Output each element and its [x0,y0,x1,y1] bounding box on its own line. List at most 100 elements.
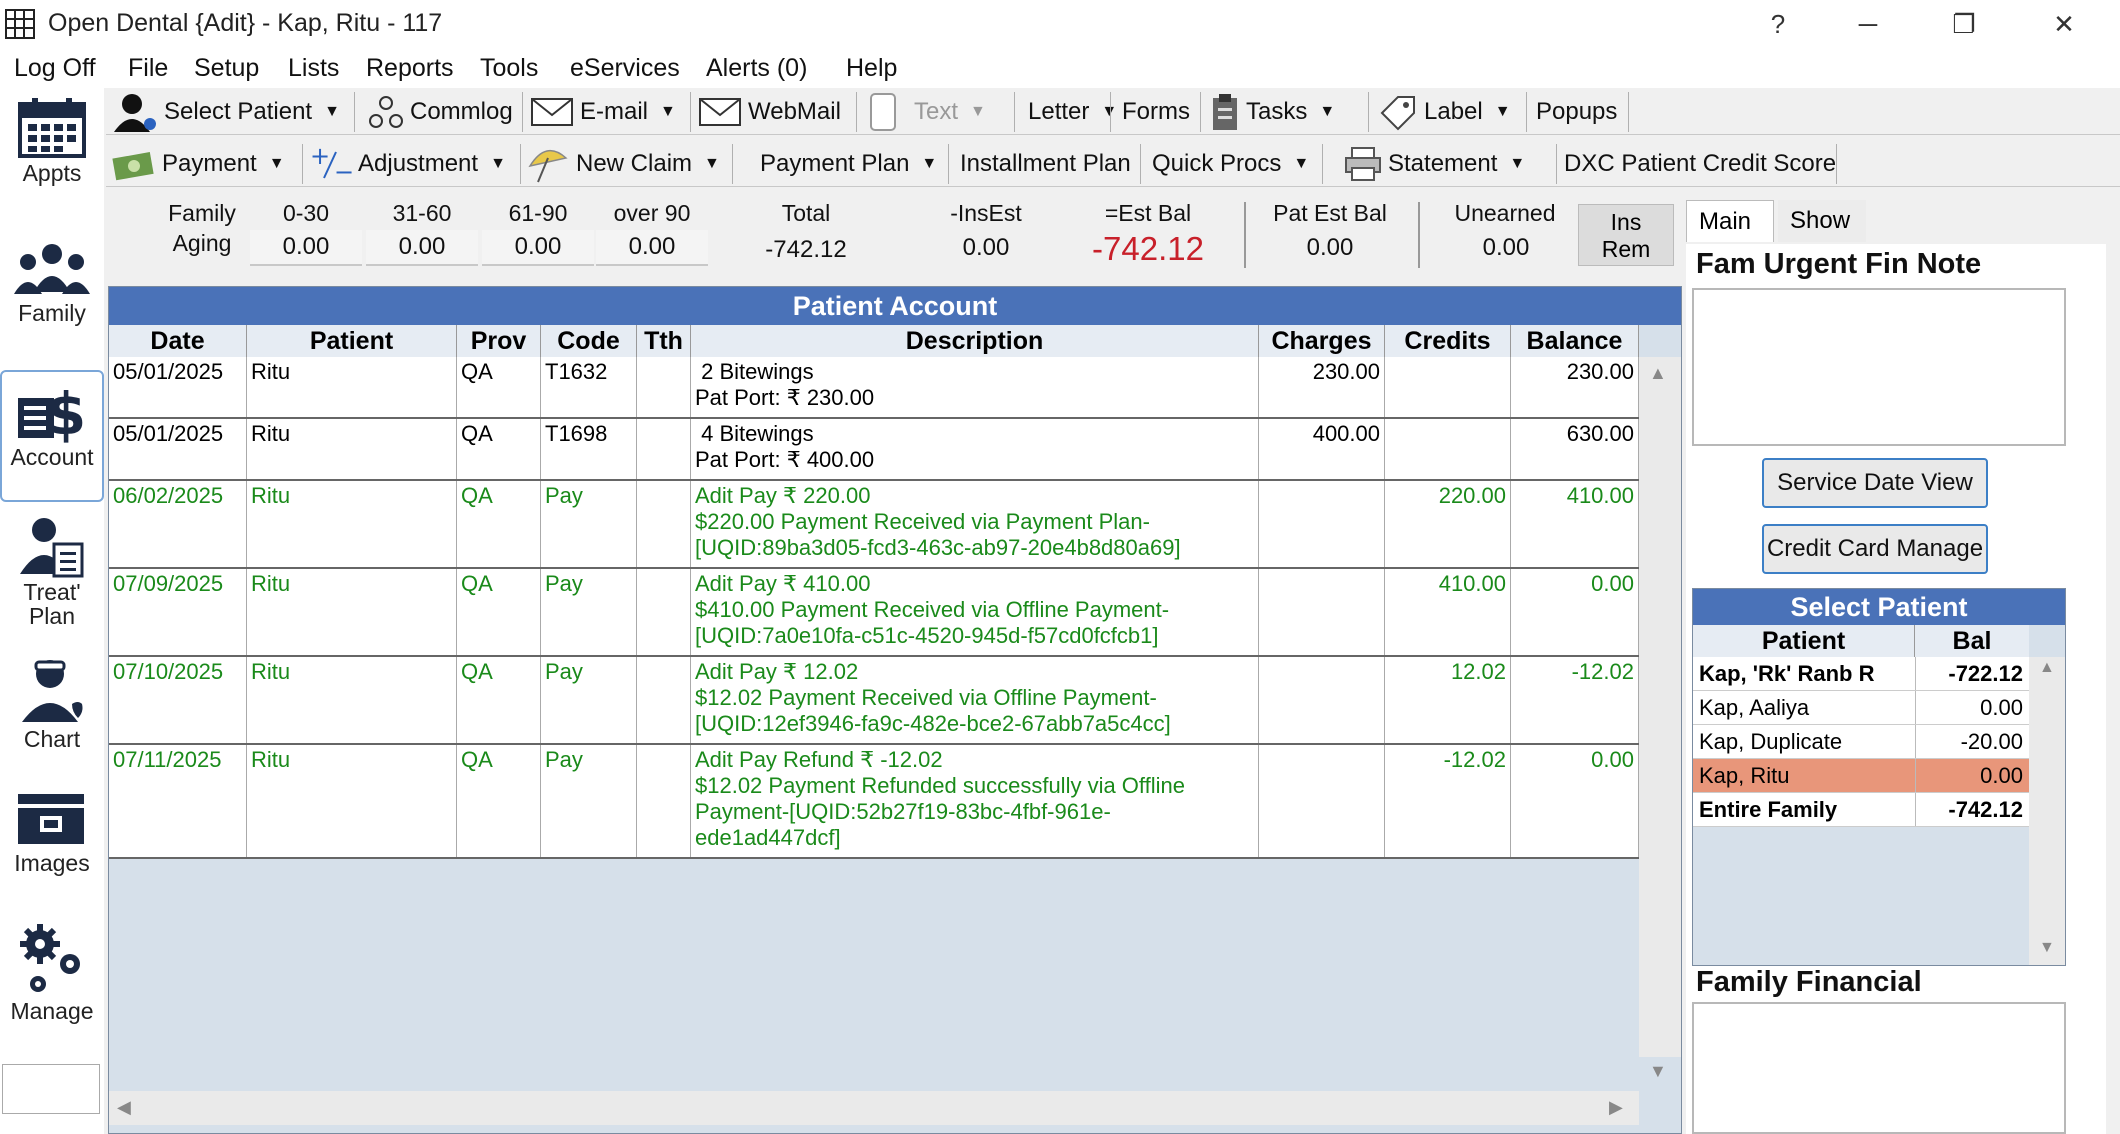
chevron-down-icon[interactable]: ▼ [1293,155,1309,173]
scroll-left-icon[interactable]: ◀ [117,1097,131,1118]
patient-name: Entire Family [1699,797,1838,822]
chevron-down-icon[interactable]: ▼ [921,155,937,173]
menu-setup[interactable]: Setup [194,54,259,83]
col-charges[interactable]: Charges [1259,325,1385,357]
app-grid-icon [5,9,35,39]
col-credits[interactable]: Credits [1385,325,1511,357]
scroll-down-icon[interactable]: ▼ [1649,1061,1667,1082]
select-patient-scrollbar[interactable]: ▲ ▼ [2029,657,2065,965]
chevron-down-icon[interactable]: ▼ [1319,103,1335,121]
payment-plan-button[interactable]: Payment Plan ▼ [760,144,937,184]
menu-eservices[interactable]: eServices [570,54,680,83]
tab-main[interactable]: Main [1686,200,1774,242]
aging-divider [1244,202,1246,268]
nav-chart[interactable]: Chart [0,654,104,774]
toolbar-separator [354,92,355,132]
popups-button[interactable]: Popups [1536,92,1617,132]
table-row[interactable]: 07/10/2025 Ritu QA Pay Adit Pay ₹ 12.02 $12.0… [109,657,1639,745]
menu-log-off[interactable]: Log Off [14,54,96,83]
col-code[interactable]: Code [541,325,637,357]
chevron-down-icon[interactable]: ▼ [660,103,676,121]
table-row[interactable]: 05/01/2025 Ritu QA T1698 4 Bitewings Pat Por… [109,419,1639,481]
new-claim-button[interactable]: New Claim ▼ [526,144,720,184]
table-row[interactable]: 07/11/2025 Ritu QA Pay Adit Pay Refund ₹ -12… [109,745,1639,859]
scroll-down-icon[interactable]: ▼ [2039,939,2055,957]
help-button[interactable]: ? [1748,4,1808,44]
chevron-down-icon[interactable]: ▼ [970,103,986,121]
menu-file[interactable]: File [128,54,168,83]
nav-images[interactable]: Images [0,788,104,908]
scroll-up-icon[interactable]: ▲ [2039,659,2055,677]
toolbar-separator [1140,144,1141,184]
menu-lists[interactable]: Lists [288,54,339,83]
patient-row[interactable]: Kap, Duplicate -20.00 [1693,725,2029,759]
restore-button[interactable]: ❐ [1934,4,1994,44]
select-patient-button[interactable]: Select Patient ▼ [112,92,340,132]
chevron-down-icon[interactable]: ▼ [324,103,340,121]
ins-rem-button[interactable]: Ins Rem [1578,204,1674,266]
col-patient[interactable]: Patient [247,325,457,357]
menu-help[interactable]: Help [846,54,897,83]
scroll-right-icon[interactable]: ▶ [1609,1097,1623,1118]
nav-family[interactable]: Family [0,240,104,360]
table-row[interactable]: 05/01/2025 Ritu QA T1632 2 Bitewings Pat Por… [109,357,1639,419]
col-tth[interactable]: Tth [637,325,691,357]
installment-plan-button[interactable]: Installment Plan [960,144,1131,184]
family-financial-textarea[interactable] [1692,1002,2066,1134]
sp-col-patient[interactable]: Patient [1693,625,1915,657]
chevron-down-icon[interactable]: ▼ [490,155,506,173]
toolbar-separator [1836,144,1837,184]
letter-button[interactable]: Letter ▼ [1028,92,1117,132]
menu-tools[interactable]: Tools [480,54,538,83]
family-financial-title: Family Financial [1696,966,1922,998]
service-date-view-button[interactable]: Service Date View [1762,458,1988,508]
payment-button[interactable]: Payment ▼ [112,144,285,184]
text-button[interactable]: Text ▼ [868,92,986,132]
tasks-button[interactable]: Tasks ▼ [1210,92,1335,132]
close-button[interactable]: ✕ [2034,4,2094,44]
patient-row[interactable]: Kap, 'Rk' Ranb R -722.12 [1693,657,2029,691]
chevron-down-icon[interactable]: ▼ [1495,103,1511,121]
menu-alerts[interactable]: Alerts (0) [706,54,807,83]
patient-row[interactable]: Kap, Ritu 0.00 [1693,759,2029,793]
chevron-down-icon[interactable]: ▼ [704,155,720,173]
grid-horizontal-scrollbar[interactable]: ◀ ▶ [109,1091,1639,1125]
nav-treatplan[interactable]: Treat' Plan [0,514,104,664]
label-button[interactable]: Label ▼ [1378,92,1511,132]
payment-plan-label: Payment Plan [760,150,910,177]
sp-col-bal[interactable]: Bal [1915,625,2029,657]
col-description[interactable]: Description [691,325,1259,357]
email-button[interactable]: E-mail ▼ [530,92,676,132]
dxc-credit-score-button[interactable]: DXC Patient Credit Score [1564,144,1836,184]
patient-row[interactable]: Entire Family -742.12 [1693,793,2029,827]
patient-row[interactable]: Kap, Aaliya 0.00 [1693,691,2029,725]
nav-appts[interactable]: Appts [0,96,104,216]
table-row[interactable]: 06/02/2025 Ritu QA Pay Adit Pay ₹ 220.00 $220… [109,481,1639,569]
description-line: [UQID:7a0e10fa-c51c-4520-945d-f57cd0fcfc… [695,623,1159,648]
commlog-button[interactable]: Commlog [368,92,513,132]
urgent-note-textarea[interactable] [1692,288,2066,446]
chevron-down-icon[interactable]: ▼ [269,155,285,173]
statement-button[interactable]: Statement ▼ [1344,144,1525,184]
chevron-down-icon[interactable]: ▼ [1509,155,1525,173]
urgent-note-title: Fam Urgent Fin Note [1696,248,1982,280]
select-patient-label: Select Patient [164,98,313,125]
grid-vertical-scrollbar[interactable]: ▲ ▼ [1639,357,1681,1081]
menu-reports[interactable]: Reports [366,54,454,83]
col-balance[interactable]: Balance [1511,325,1639,357]
nav-account[interactable]: $ Account [0,370,104,502]
nav-manage[interactable]: Manage [0,922,104,1052]
nav-search-input[interactable] [2,1064,100,1114]
quick-procs-button[interactable]: Quick Procs ▼ [1152,144,1309,184]
col-date[interactable]: Date [109,325,247,357]
tab-show[interactable]: Show [1778,200,1866,242]
minimize-button[interactable]: ─ [1838,4,1898,44]
col-prov[interactable]: Prov [457,325,541,357]
forms-button[interactable]: Forms [1122,92,1190,132]
adjustment-button[interactable]: + − Adjustment ▼ [308,144,506,184]
toolbar-separator [1014,92,1015,132]
credit-card-manage-button[interactable]: Credit Card Manage [1762,524,1988,574]
webmail-button[interactable]: WebMail [698,92,841,132]
scroll-up-icon[interactable]: ▲ [1649,363,1667,384]
table-row[interactable]: 07/09/2025 Ritu QA Pay Adit Pay ₹ 410.00 $410… [109,569,1639,657]
